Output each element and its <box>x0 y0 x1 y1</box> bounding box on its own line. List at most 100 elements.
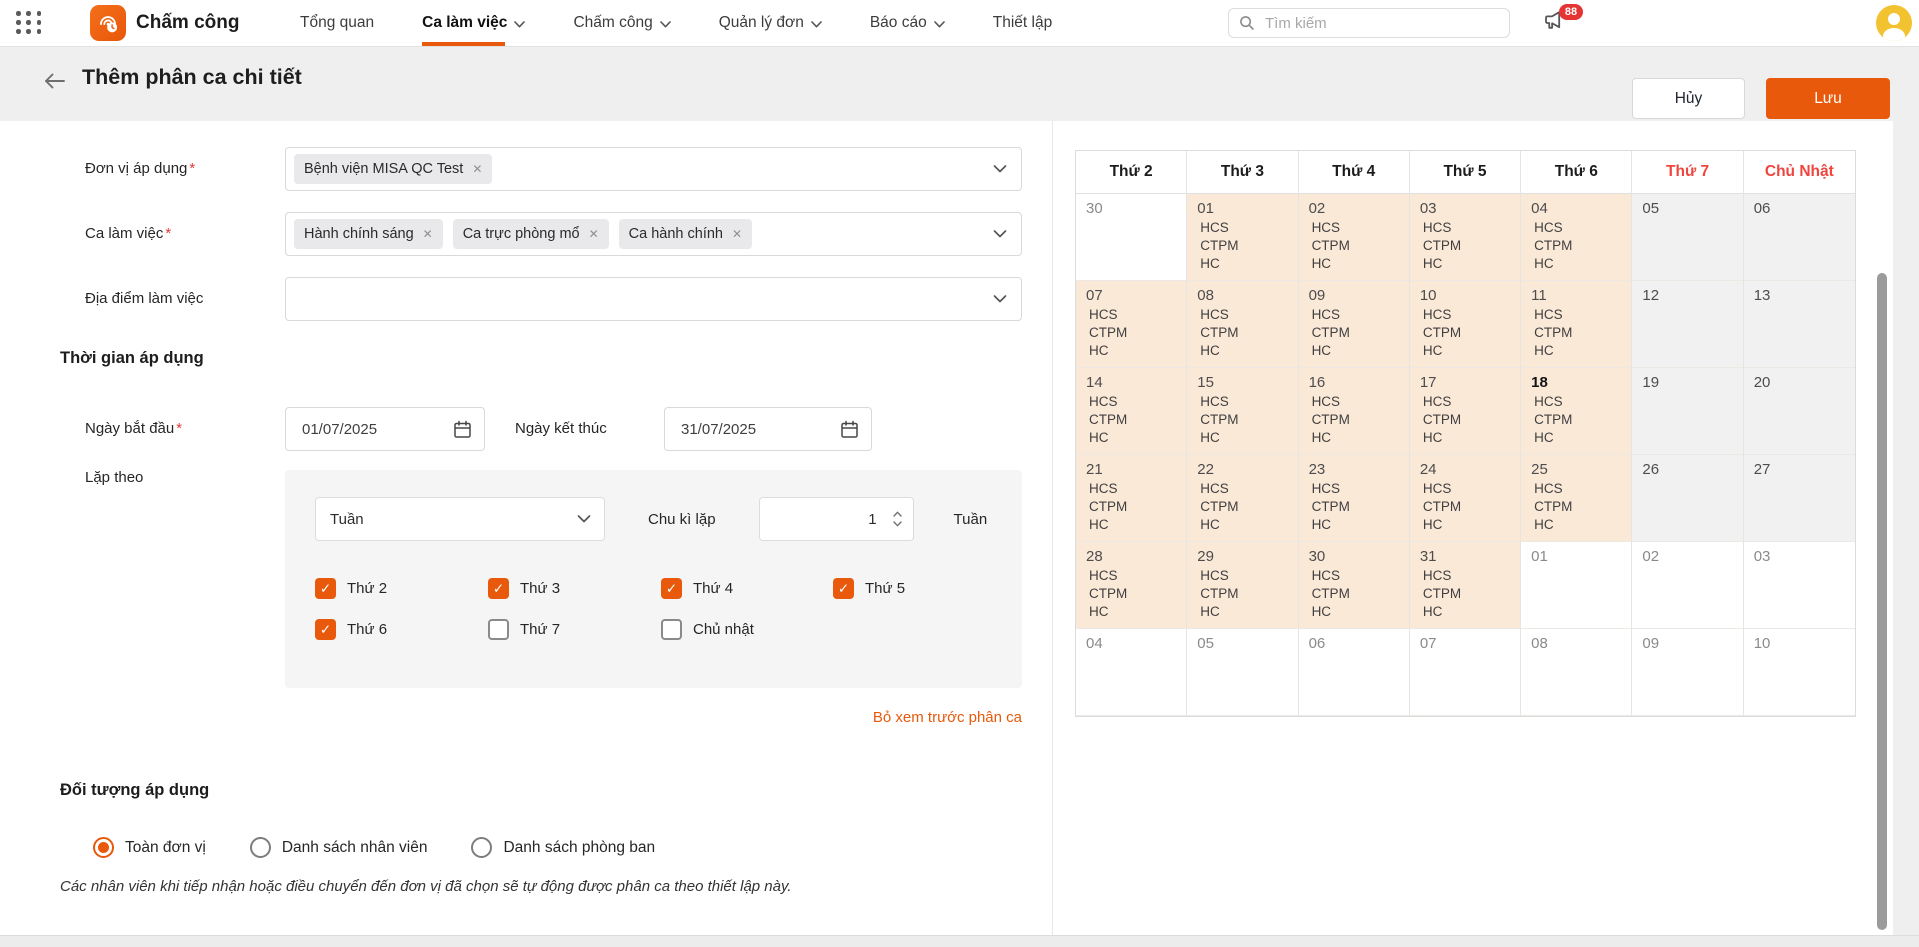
repeat-day-checkbox-2[interactable]: ✓Thứ 3 <box>488 578 661 599</box>
repeat-day-checkbox-3[interactable]: ✓Thứ 4 <box>661 578 833 599</box>
apps-grid-icon[interactable] <box>16 11 42 35</box>
checkbox-checked-icon[interactable]: ✓ <box>488 578 509 599</box>
app-logo-fingerprint-icon[interactable] <box>90 5 126 41</box>
close-icon[interactable]: ✕ <box>589 228 599 240</box>
checkbox-unchecked-icon[interactable] <box>488 619 509 640</box>
calendar-cell[interactable]: 16HCSCTPMHC <box>1299 368 1410 455</box>
calendar-cell[interactable]: 10 <box>1744 629 1855 716</box>
calendar-day-number: 28 <box>1086 548 1176 565</box>
calendar-cell[interactable]: 31HCSCTPMHC <box>1410 542 1521 629</box>
nav-item-3[interactable]: Chấm công <box>573 0 670 46</box>
save-button[interactable]: Lưu <box>1766 78 1890 119</box>
calendar-cell[interactable]: 03HCSCTPMHC <box>1410 194 1521 281</box>
calendar-cell[interactable]: 01 <box>1521 542 1632 629</box>
location-select[interactable] <box>285 277 1022 321</box>
calendar-cell[interactable]: 30HCSCTPMHC <box>1299 542 1410 629</box>
calendar-cell[interactable]: 04HCSCTPMHC <box>1521 194 1632 281</box>
calendar-weekday-header: Thứ 2 <box>1076 151 1187 194</box>
calendar-cell[interactable]: 05 <box>1632 194 1743 281</box>
target-radio-3[interactable]: Danh sách phòng ban <box>471 837 655 858</box>
shifts-select[interactable]: Hành chính sáng✕Ca trực phòng mổ✕Ca hành… <box>285 212 1022 256</box>
start-date-input[interactable]: 01/07/2025 <box>285 407 485 451</box>
close-icon[interactable]: ✕ <box>732 228 742 240</box>
calendar-day-number: 25 <box>1531 461 1621 478</box>
target-radio-2[interactable]: Danh sách nhân viên <box>250 837 428 858</box>
calendar-cell[interactable]: 25HCSCTPMHC <box>1521 455 1632 542</box>
calendar-cell[interactable]: 09HCSCTPMHC <box>1299 281 1410 368</box>
nav-item-1[interactable]: Tổng quan <box>300 0 374 46</box>
calendar-day-number: 26 <box>1642 461 1732 478</box>
calendar-cell[interactable]: 26 <box>1632 455 1743 542</box>
repeat-day-checkbox-4[interactable]: ✓Thứ 5 <box>833 578 992 599</box>
back-arrow-icon[interactable] <box>42 72 66 95</box>
calendar-cell[interactable]: 28HCSCTPMHC <box>1076 542 1187 629</box>
radio-selected-icon[interactable] <box>93 837 114 858</box>
calendar-cell[interactable]: 21HCSCTPMHC <box>1076 455 1187 542</box>
search-input[interactable] <box>1263 14 1499 33</box>
nav-item-2[interactable]: Ca làm việc <box>422 0 525 46</box>
calendar-cell[interactable]: 22HCSCTPMHC <box>1187 455 1298 542</box>
calendar-cell[interactable]: 06 <box>1744 194 1855 281</box>
close-icon[interactable]: ✕ <box>472 163 482 175</box>
calendar-cell[interactable]: 20 <box>1744 368 1855 455</box>
calendar-cell[interactable]: 05 <box>1187 629 1298 716</box>
calendar-cell[interactable]: 15HCSCTPMHC <box>1187 368 1298 455</box>
calendar-cell[interactable]: 07HCSCTPMHC <box>1076 281 1187 368</box>
nav-item-5[interactable]: Báo cáo <box>870 0 945 46</box>
radio-unselected-icon[interactable] <box>471 837 492 858</box>
unit-select[interactable]: Bệnh viện MISA QC Test✕ <box>285 147 1022 191</box>
calendar-cell[interactable]: 01HCSCTPMHC <box>1187 194 1298 281</box>
calendar-cell[interactable]: 27 <box>1744 455 1855 542</box>
preview-toggle-link[interactable]: Bỏ xem trước phân ca <box>285 709 1022 726</box>
calendar-cell[interactable]: 14HCSCTPMHC <box>1076 368 1187 455</box>
checkbox-checked-icon[interactable]: ✓ <box>315 619 336 640</box>
calendar-cell[interactable]: 06 <box>1299 629 1410 716</box>
repeat-day-checkbox-6[interactable]: Thứ 7 <box>488 619 661 640</box>
calendar-cell[interactable]: 02 <box>1632 542 1743 629</box>
close-icon[interactable]: ✕ <box>423 228 433 240</box>
stepper[interactable] <box>893 511 902 527</box>
calendar-icon[interactable] <box>840 420 859 439</box>
calendar-cell[interactable]: 23HCSCTPMHC <box>1299 455 1410 542</box>
calendar-cell[interactable]: 13 <box>1744 281 1855 368</box>
repeat-day-checkbox-1[interactable]: ✓Thứ 2 <box>315 578 488 599</box>
search-box[interactable] <box>1228 8 1510 38</box>
nav-item-6[interactable]: Thiết lập <box>993 0 1052 46</box>
checkbox-checked-icon[interactable]: ✓ <box>315 578 336 599</box>
nav-item-4[interactable]: Quản lý đơn <box>719 0 822 46</box>
checkbox-checked-icon[interactable]: ✓ <box>661 578 682 599</box>
end-date-input[interactable]: 31/07/2025 <box>664 407 872 451</box>
calendar-cell[interactable]: 19 <box>1632 368 1743 455</box>
calendar-cell[interactable]: 08HCSCTPMHC <box>1187 281 1298 368</box>
calendar-cell[interactable]: 11HCSCTPMHC <box>1521 281 1632 368</box>
calendar-cell[interactable]: 07 <box>1410 629 1521 716</box>
radio-unselected-icon[interactable] <box>250 837 271 858</box>
cancel-button[interactable]: Hủy <box>1632 78 1745 119</box>
vertical-scrollbar[interactable] <box>1877 273 1887 930</box>
calendar-icon[interactable] <box>453 420 472 439</box>
calendar-shift-label: HC <box>1086 342 1176 360</box>
target-radio-1[interactable]: Toàn đơn vị <box>93 837 206 858</box>
calendar-cell[interactable]: 08 <box>1521 629 1632 716</box>
calendar-cell[interactable]: 04 <box>1076 629 1187 716</box>
calendar-cell[interactable]: 24HCSCTPMHC <box>1410 455 1521 542</box>
checkbox-checked-icon[interactable]: ✓ <box>833 578 854 599</box>
calendar-cell[interactable]: 03 <box>1744 542 1855 629</box>
calendar-cell[interactable]: 17HCSCTPMHC <box>1410 368 1521 455</box>
calendar-cell[interactable]: 18HCSCTPMHC <box>1521 368 1632 455</box>
avatar-user-icon[interactable] <box>1876 5 1912 41</box>
calendar-cell[interactable]: 12 <box>1632 281 1743 368</box>
megaphone-icon[interactable]: 88 <box>1543 8 1577 40</box>
calendar-cell[interactable]: 10HCSCTPMHC <box>1410 281 1521 368</box>
calendar-cell[interactable]: 29HCSCTPMHC <box>1187 542 1298 629</box>
repeat-day-checkbox-5[interactable]: ✓Thứ 6 <box>315 619 488 640</box>
calendar-cell[interactable]: 30 <box>1076 194 1187 281</box>
calendar-cell[interactable]: 02HCSCTPMHC <box>1299 194 1410 281</box>
repeat-day-checkbox-7[interactable]: Chủ nhật <box>661 619 833 640</box>
calendar-cell[interactable]: 09 <box>1632 629 1743 716</box>
tag-label: Ca trực phòng mổ <box>463 226 580 242</box>
cycle-input[interactable]: 1 <box>759 497 914 541</box>
checkbox-unchecked-icon[interactable] <box>661 619 682 640</box>
repeat-unit-select[interactable]: Tuần <box>315 497 605 541</box>
calendar-day-number: 16 <box>1309 374 1399 391</box>
